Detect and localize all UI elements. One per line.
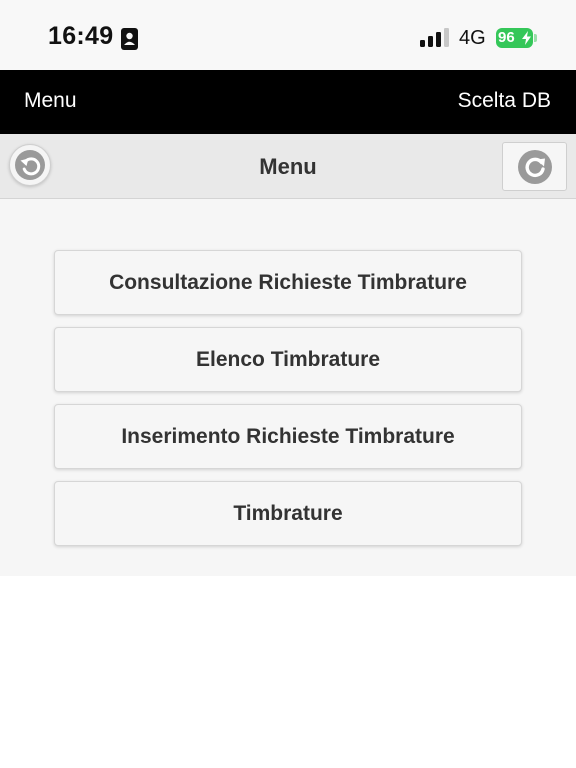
refresh-icon [518, 150, 552, 184]
network-type: 4G [459, 27, 486, 49]
battery-level: 96 [498, 29, 515, 46]
id-badge-icon [121, 28, 138, 50]
menu-item-consultazione-richieste-timbrature[interactable]: Consultazione Richieste Timbrature [54, 250, 522, 315]
signal-bars-icon [420, 28, 449, 47]
menu-item-timbrature[interactable]: Timbrature [54, 481, 522, 546]
page-title: Menu [259, 154, 317, 179]
nav-db-selection-link[interactable]: Scelta DB [458, 89, 551, 113]
menu-item-inserimento-richieste-timbrature[interactable]: Inserimento Richieste Timbrature [54, 404, 522, 469]
nav-menu-link[interactable]: Menu [24, 89, 77, 113]
status-time: 16:49 [48, 22, 114, 50]
battery-cap [534, 34, 537, 42]
refresh-button[interactable] [502, 142, 567, 191]
menu-item-elenco-timbrature[interactable]: Elenco Timbrature [54, 327, 522, 392]
main-content: Consultazione Richieste Timbrature Elenc… [0, 199, 576, 576]
battery-charging-icon [522, 31, 531, 45]
battery-indicator: 96 [496, 28, 533, 48]
status-bar: 16:49 4G 96 [0, 0, 576, 70]
app-navbar: Menu Scelta DB [0, 70, 576, 134]
menu-list: Consultazione Richieste Timbrature Elenc… [54, 250, 522, 558]
page-header: Menu [0, 134, 576, 199]
